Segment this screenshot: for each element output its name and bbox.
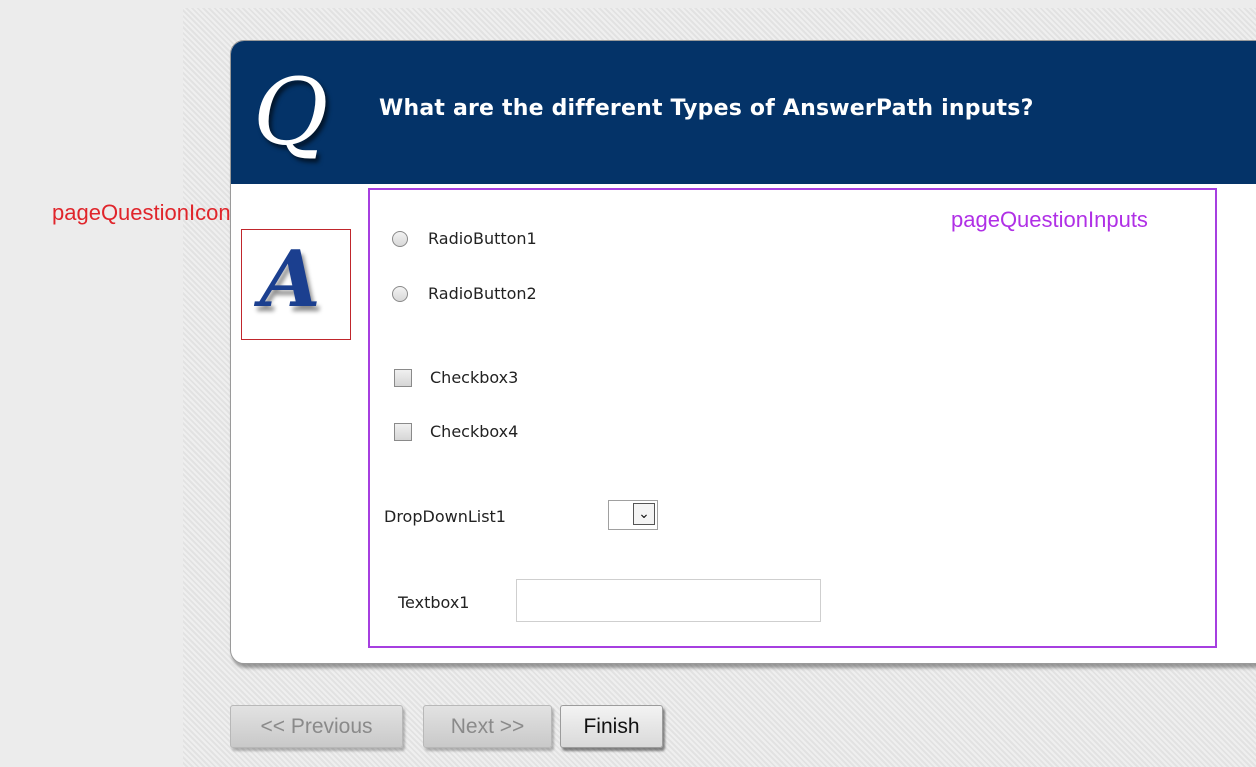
- checkbox-option-3[interactable]: Checkbox3: [394, 368, 518, 387]
- chevron-down-icon[interactable]: ⌄: [633, 503, 655, 525]
- checkbox-4[interactable]: [394, 422, 412, 441]
- textbox-label: Textbox1: [398, 593, 470, 612]
- checkbox-option-4[interactable]: Checkbox4: [394, 422, 518, 441]
- textbox-1[interactable]: [516, 579, 821, 622]
- checkbox-label-4: Checkbox4: [430, 422, 519, 441]
- question-logo-icon: Q: [253, 59, 329, 166]
- finish-button[interactable]: Finish: [560, 705, 663, 748]
- question-title: What are the different Types of AnswerPa…: [379, 96, 1034, 121]
- previous-button[interactable]: << Previous: [230, 705, 403, 748]
- next-button[interactable]: Next >>: [423, 705, 552, 748]
- radio-option-2[interactable]: RadioButton2: [392, 284, 537, 303]
- answer-letter-icon: A: [260, 234, 321, 325]
- dropdown-list-1[interactable]: ⌄: [608, 500, 658, 530]
- page-question-icon: A: [241, 229, 351, 340]
- checkbox-label-3: Checkbox3: [430, 368, 519, 387]
- radio-option-1[interactable]: RadioButton1: [392, 229, 537, 248]
- checkbox-3[interactable]: [394, 368, 412, 387]
- dropdown-label: DropDownList1: [384, 507, 506, 526]
- radio-label-2: RadioButton2: [428, 284, 537, 303]
- question-header: Q What are the different Types of Answer…: [231, 41, 1256, 184]
- radio-button-2[interactable]: [392, 285, 408, 302]
- page-question-icon-label: pageQuestionIcon: [52, 200, 231, 225]
- page-question-inputs-label: pageQuestionInputs: [951, 207, 1148, 232]
- radio-button-1[interactable]: [392, 230, 408, 247]
- radio-label-1: RadioButton1: [428, 229, 537, 248]
